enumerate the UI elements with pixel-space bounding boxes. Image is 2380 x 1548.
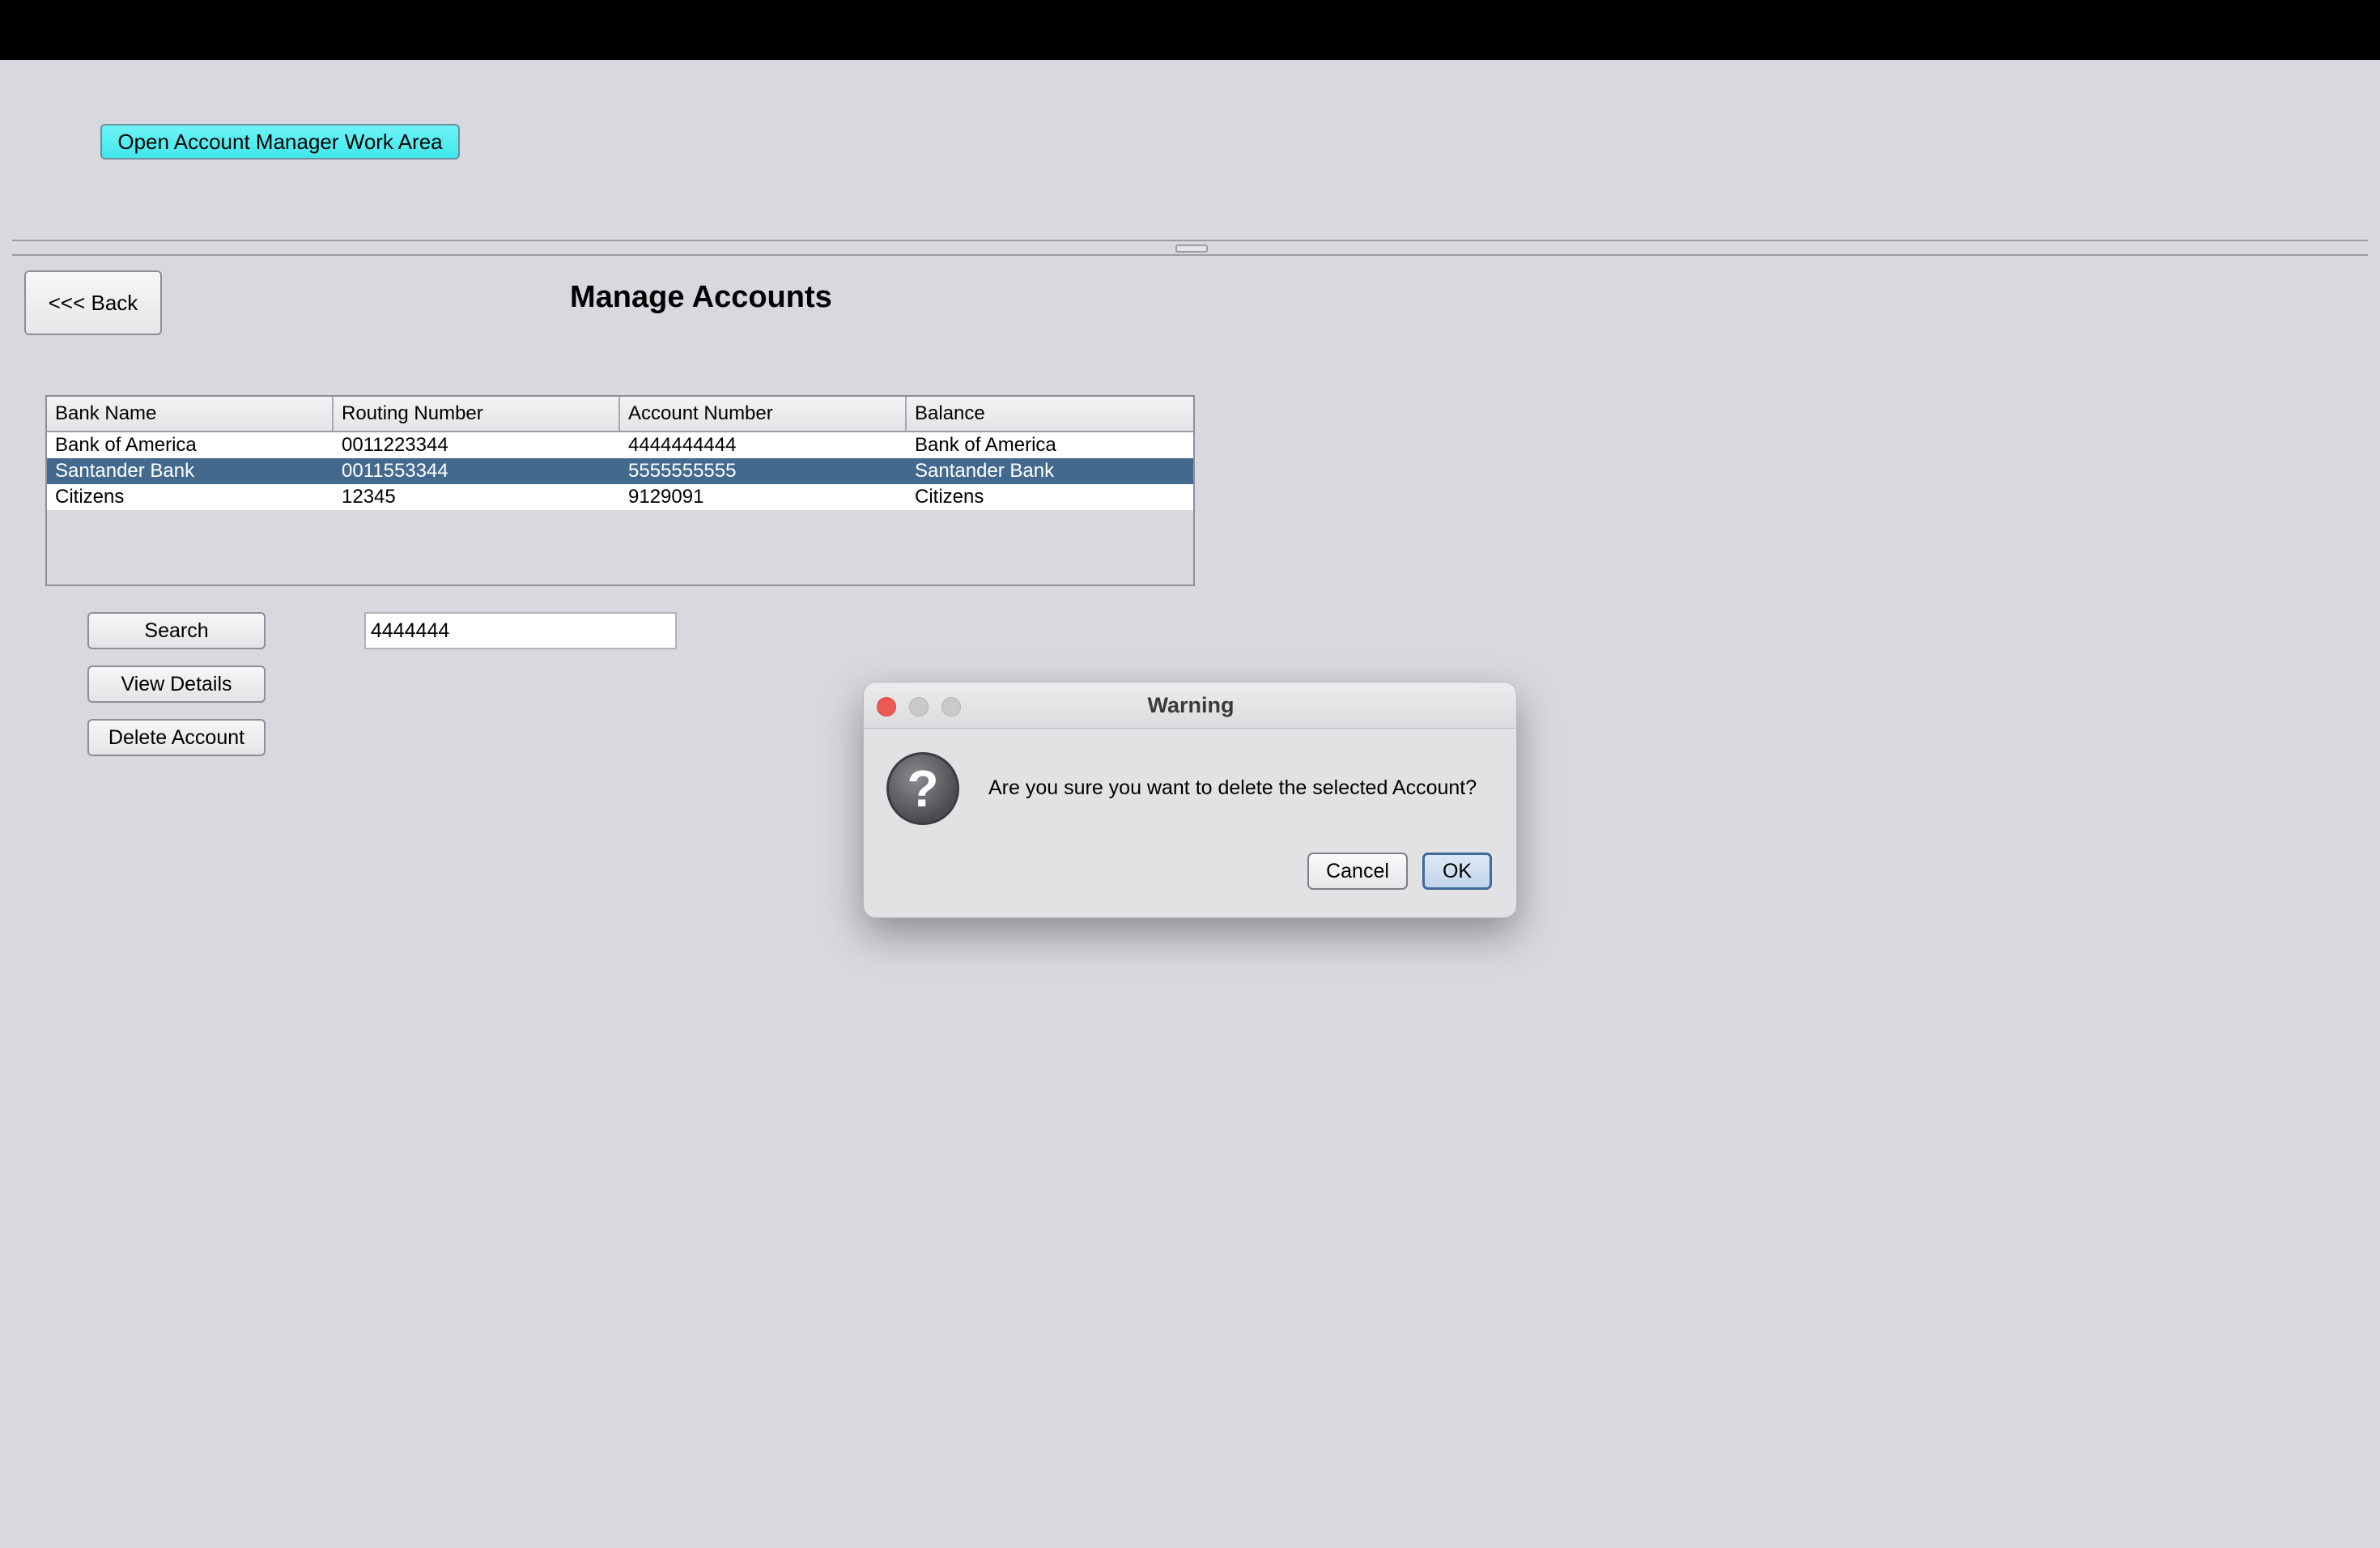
search-button[interactable]: Search bbox=[87, 612, 266, 649]
top-bar bbox=[0, 0, 2380, 60]
column-header-bank-name[interactable]: Bank Name bbox=[47, 397, 334, 431]
split-pane-divider-bottom bbox=[12, 254, 2368, 256]
open-account-manager-work-area-button[interactable]: Open Account Manager Work Area bbox=[100, 124, 460, 159]
cell-bank-name: Citizens bbox=[55, 486, 125, 508]
cell-balance: Bank of America bbox=[915, 434, 1056, 456]
cancel-button[interactable]: Cancel bbox=[1307, 853, 1408, 890]
table-body: Bank of America 0011223344 4444444444 Ba… bbox=[47, 432, 1193, 510]
column-header-balance[interactable]: Balance bbox=[907, 397, 1193, 431]
delete-account-button[interactable]: Delete Account bbox=[87, 719, 266, 756]
warning-dialog: Warning ? Are you sure you want to delet… bbox=[863, 682, 1517, 918]
table-row-selected[interactable]: Santander Bank 0011553344 5555555555 San… bbox=[47, 458, 1193, 484]
accounts-table[interactable]: Bank Name Routing Number Account Number … bbox=[45, 395, 1195, 586]
cell-routing-number: 0011223344 bbox=[342, 434, 448, 456]
cell-bank-name: Bank of America bbox=[55, 434, 197, 456]
table-row[interactable]: Bank of America 0011223344 4444444444 Ba… bbox=[47, 432, 1193, 458]
cell-balance: Citizens bbox=[915, 486, 984, 508]
page-title: Manage Accounts bbox=[570, 280, 832, 314]
split-pane-grip-handle[interactable] bbox=[1175, 245, 1208, 253]
view-details-button[interactable]: View Details bbox=[87, 666, 266, 703]
cell-account-number: 4444444444 bbox=[628, 434, 737, 456]
ok-button[interactable]: OK bbox=[1422, 853, 1492, 890]
cell-routing-number: 0011553344 bbox=[342, 460, 448, 482]
cell-balance: Santander Bank bbox=[915, 460, 1055, 482]
back-button[interactable]: <<< Back bbox=[24, 270, 162, 335]
cell-account-number: 5555555555 bbox=[628, 460, 737, 482]
dialog-message: Are you sure you want to delete the sele… bbox=[988, 776, 1477, 799]
dialog-title: Warning bbox=[1147, 693, 1235, 717]
column-header-account-number[interactable]: Account Number bbox=[620, 397, 907, 431]
cell-account-number: 9129091 bbox=[628, 486, 704, 508]
search-input[interactable] bbox=[364, 612, 677, 649]
table-header: Bank Name Routing Number Account Number … bbox=[47, 397, 1193, 432]
cell-routing-number: 12345 bbox=[342, 486, 396, 508]
table-row[interactable]: Citizens 12345 9129091 Citizens bbox=[47, 484, 1193, 510]
cell-bank-name: Santander Bank bbox=[55, 460, 195, 482]
split-pane-divider-top bbox=[12, 240, 2368, 241]
question-icon: ? bbox=[886, 752, 959, 825]
column-header-routing-number[interactable]: Routing Number bbox=[334, 397, 620, 431]
